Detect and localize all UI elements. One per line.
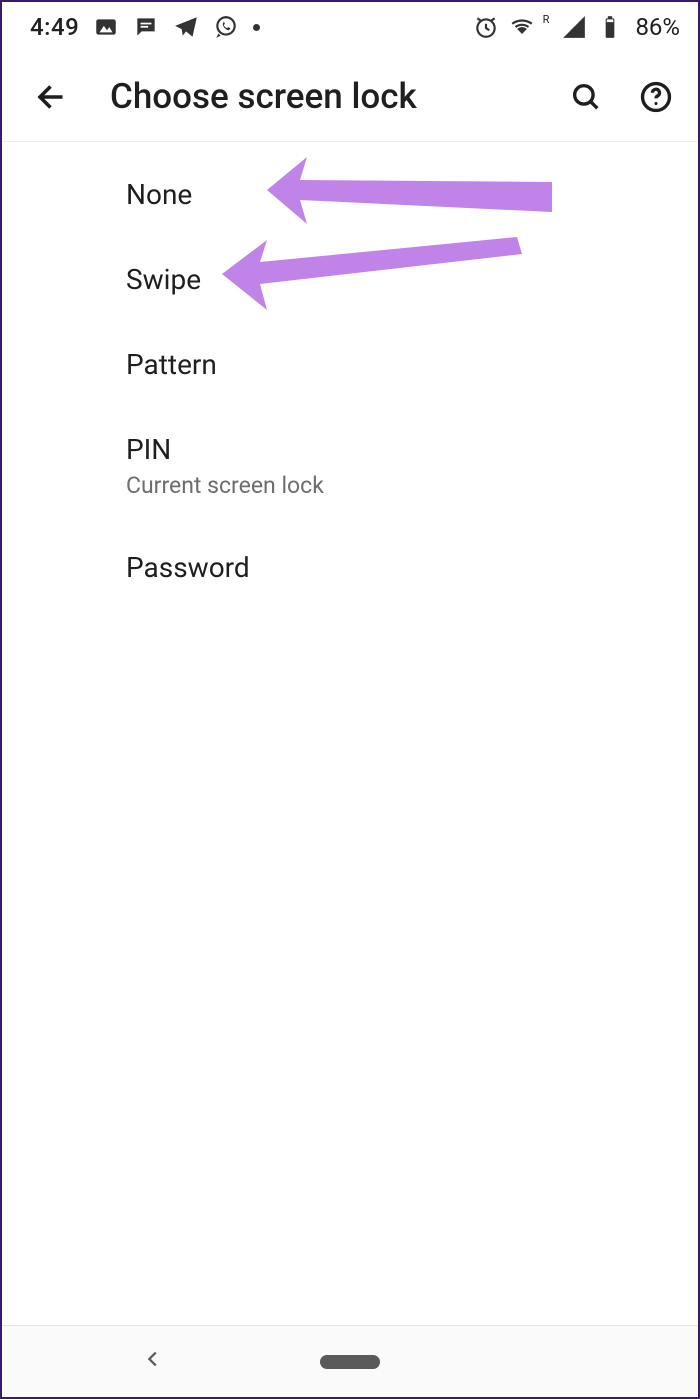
nav-home-pill[interactable]	[320, 1355, 380, 1369]
telegram-icon	[173, 14, 199, 40]
page-title: Choose screen lock	[110, 76, 542, 117]
picture-icon	[93, 14, 119, 40]
app-bar: Choose screen lock	[2, 52, 698, 142]
option-swipe[interactable]: Swipe	[2, 237, 698, 322]
chevron-left-icon	[142, 1348, 164, 1370]
navigation-bar	[2, 1325, 698, 1397]
alarm-icon	[473, 14, 499, 40]
option-pattern[interactable]: Pattern	[2, 322, 698, 407]
option-subtitle: Current screen lock	[126, 472, 698, 499]
wifi-icon	[509, 14, 535, 40]
option-label: None	[126, 178, 698, 211]
lock-options-list: None Swipe Pattern PIN Current screen lo…	[2, 142, 698, 610]
option-label: Pattern	[126, 348, 698, 381]
more-notifications-dot	[253, 24, 260, 31]
status-time: 4:49	[30, 13, 79, 41]
search-button[interactable]	[560, 71, 612, 123]
search-icon	[569, 80, 603, 114]
roaming-indicator: R	[543, 13, 550, 26]
option-label: PIN	[126, 433, 698, 466]
option-password[interactable]: Password	[2, 525, 698, 610]
option-label: Swipe	[126, 263, 698, 296]
whatsapp-icon	[213, 14, 239, 40]
status-bar: 4:49 R 86%	[2, 2, 698, 52]
help-icon	[639, 80, 673, 114]
nav-back-button[interactable]	[142, 1348, 170, 1376]
help-button[interactable]	[630, 71, 682, 123]
option-label: Password	[126, 551, 698, 584]
status-right: R 86%	[473, 13, 680, 41]
option-pin[interactable]: PIN Current screen lock	[2, 407, 698, 525]
arrow-back-icon	[34, 79, 70, 115]
signal-icon	[561, 14, 587, 40]
back-button[interactable]	[26, 71, 78, 123]
battery-percentage: 86%	[635, 13, 680, 41]
status-left: 4:49	[30, 13, 260, 41]
message-icon	[133, 14, 159, 40]
option-none[interactable]: None	[2, 152, 698, 237]
battery-icon	[597, 14, 623, 40]
